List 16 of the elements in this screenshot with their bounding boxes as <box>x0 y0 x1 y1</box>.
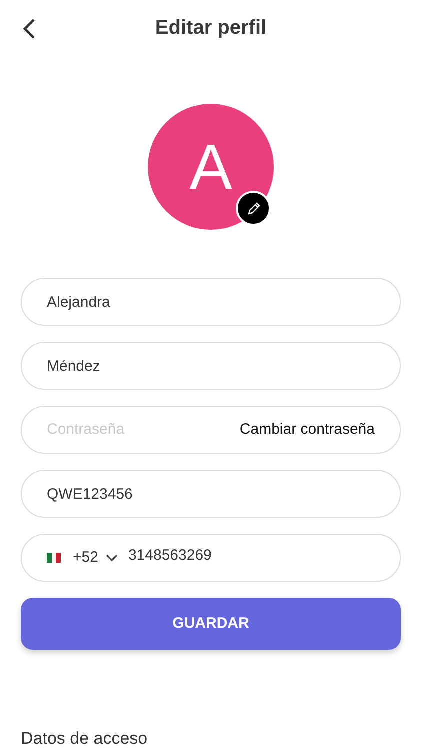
flag-icon <box>47 553 61 563</box>
edit-avatar-button[interactable] <box>236 191 271 226</box>
country-code-selector[interactable]: +52 <box>73 546 118 570</box>
chevron-down-icon <box>106 554 118 562</box>
text-field[interactable]: Alejandra <box>21 278 401 326</box>
save-button[interactable]: GUARDAR <box>21 598 401 650</box>
phone-number: 3148563269 <box>128 546 212 566</box>
page-title: Editar perfil <box>155 16 267 41</box>
text-field[interactable]: Méndez <box>21 342 401 390</box>
back-icon <box>22 18 36 40</box>
phone-field[interactable]: +52 3148563269 <box>21 534 401 582</box>
section-title: Datos de acceso <box>20 730 149 747</box>
pencil-icon <box>246 202 260 216</box>
text-field[interactable]: QWE123456 <box>21 470 401 518</box>
change-password-link[interactable]: Cambiar contraseña <box>240 418 375 442</box>
avatar: A <box>148 104 274 230</box>
